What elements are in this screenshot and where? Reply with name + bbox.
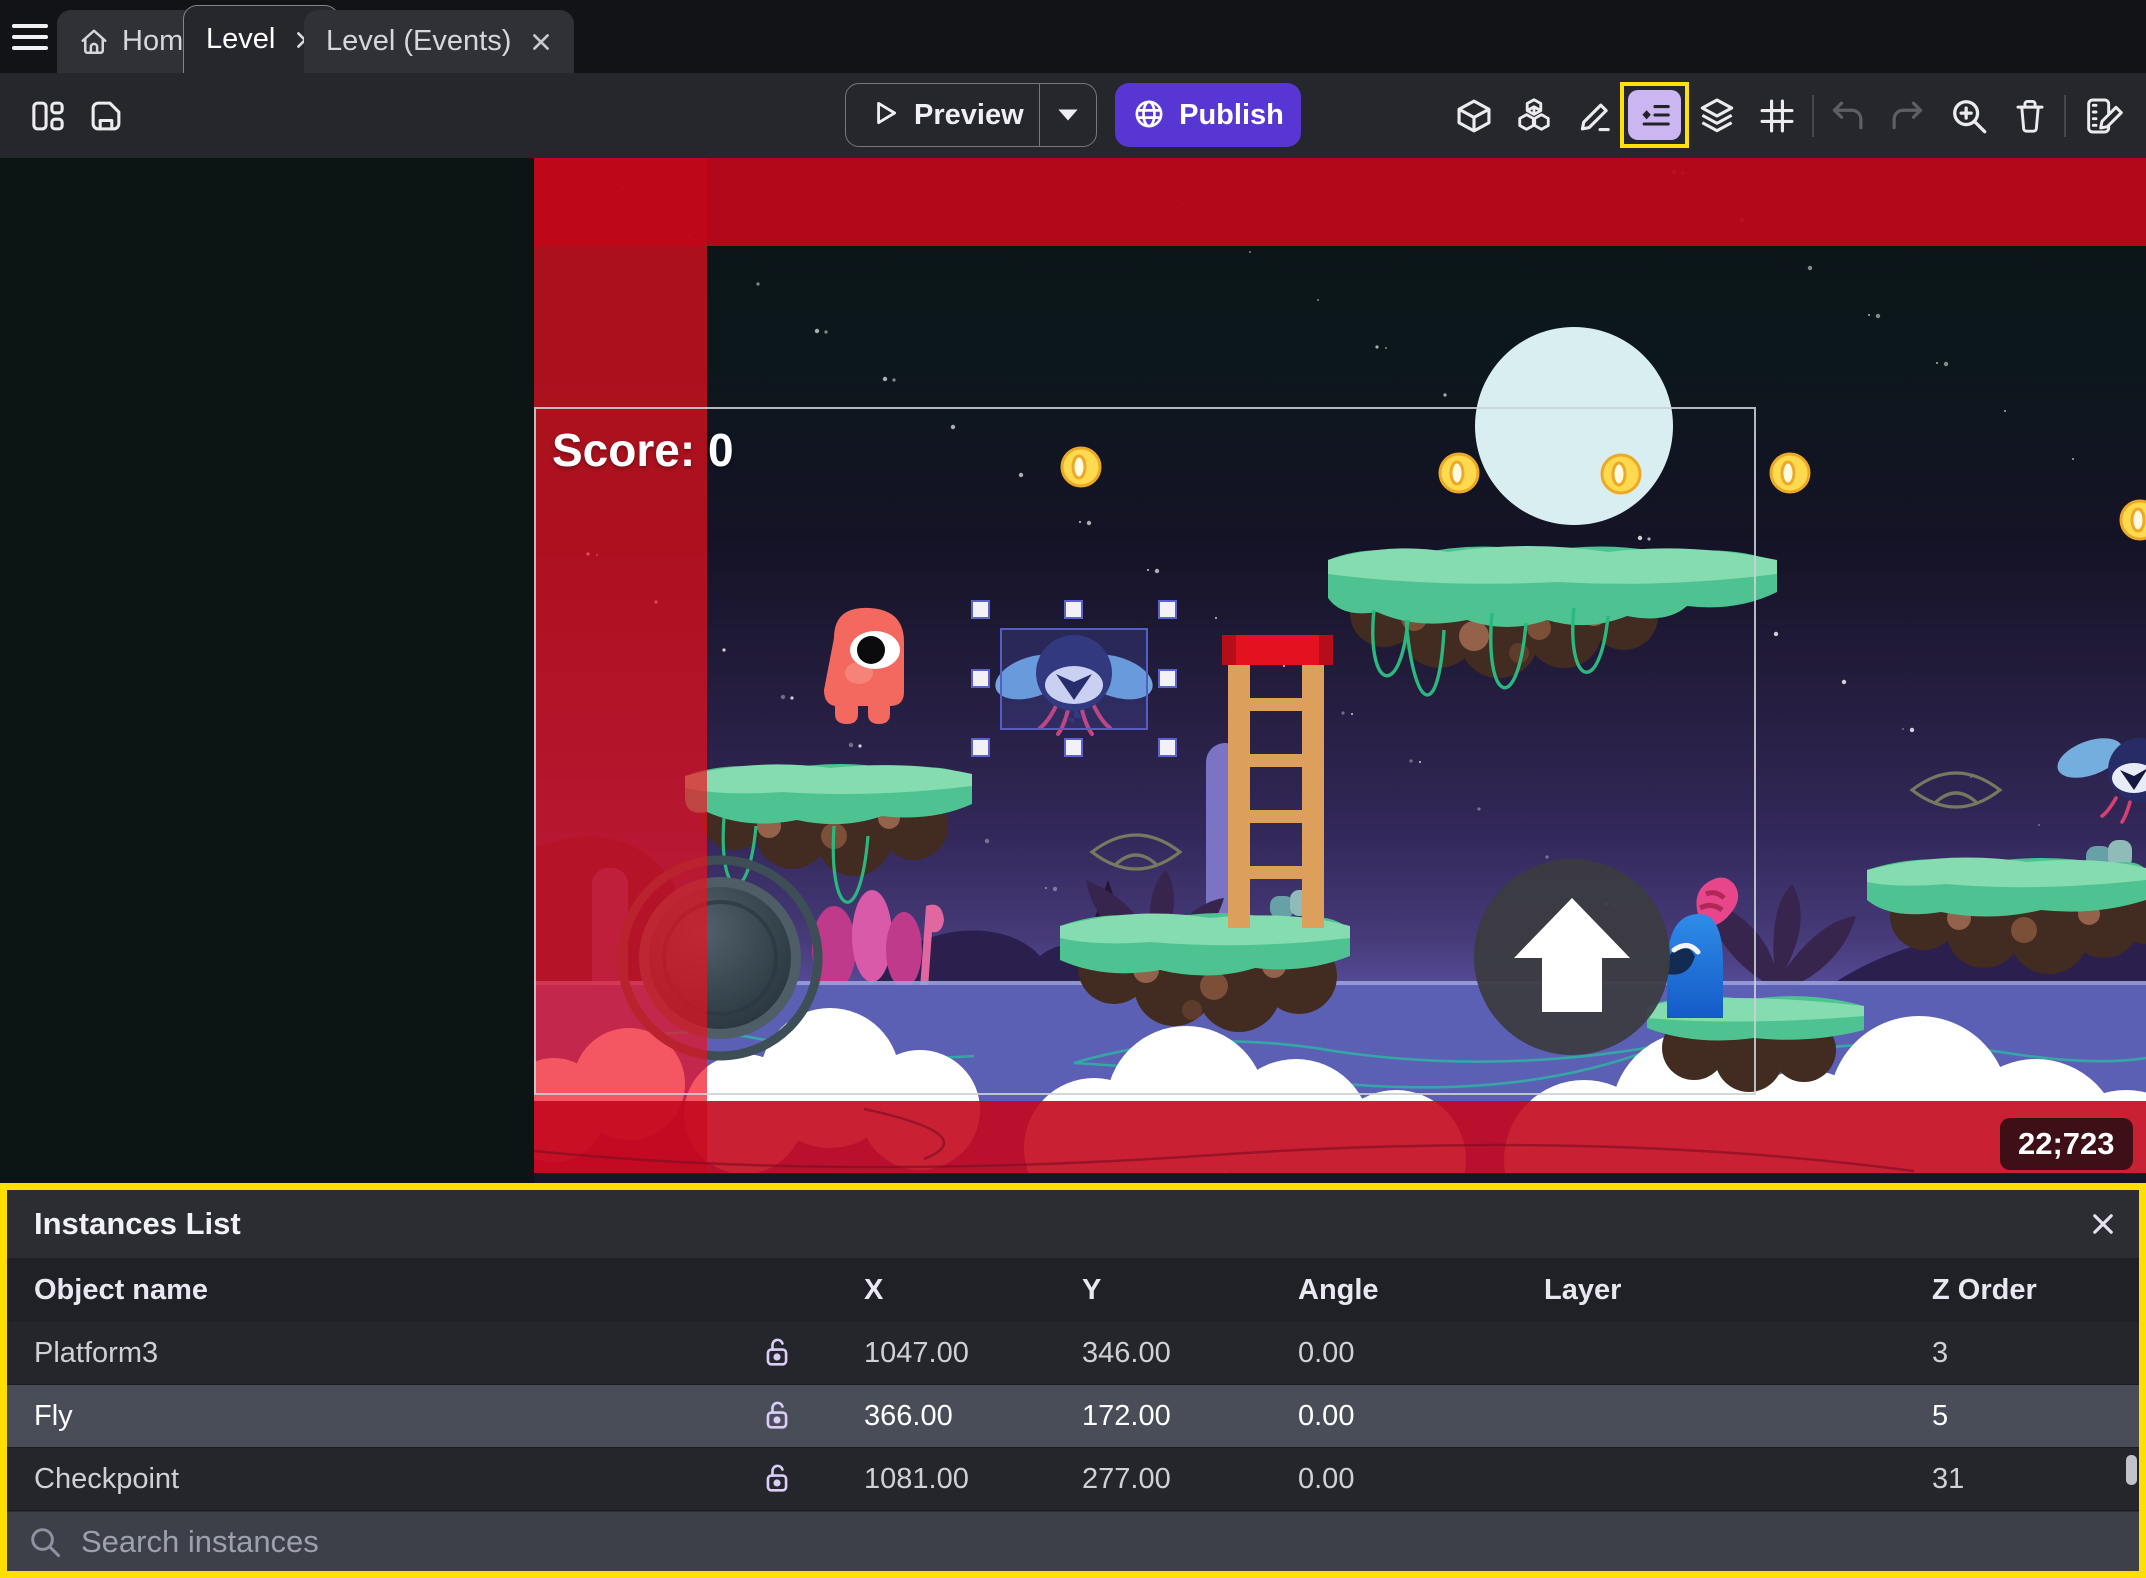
column-header-object-name[interactable]: Object name	[7, 1274, 744, 1307]
edit-scene-events-icon[interactable]	[2080, 73, 2132, 158]
chevron-down-icon	[1058, 109, 1078, 121]
home-icon	[79, 27, 109, 57]
search-icon	[31, 1527, 61, 1557]
joystick-control-object[interactable]	[617, 855, 823, 1061]
save-icon[interactable]	[84, 73, 128, 158]
instance-x[interactable]: 1081.00	[852, 1463, 1070, 1496]
selection-rect[interactable]	[1000, 628, 1148, 730]
coin-object	[1438, 452, 1480, 494]
instance-z-order[interactable]: 3	[1920, 1337, 2139, 1370]
instances-search-bar	[7, 1512, 2139, 1571]
coin-object	[1600, 453, 1642, 495]
bat-enemy-object[interactable]	[2052, 730, 2146, 824]
preview-label: Preview	[914, 98, 1024, 131]
selection-handle[interactable]	[1064, 600, 1083, 619]
score-hud-text: Score: 0	[552, 424, 734, 476]
column-header-x[interactable]: X	[852, 1274, 1070, 1307]
coin-object	[2119, 499, 2146, 541]
selection-handle[interactable]	[971, 600, 990, 619]
globe-icon	[1132, 97, 1166, 134]
unlock-icon[interactable]	[744, 1462, 852, 1496]
panel-scrollbar-thumb[interactable]	[2126, 1455, 2137, 1485]
trash-icon[interactable]	[2008, 73, 2052, 158]
tab-bar: Home Level Level (Events)	[0, 0, 2146, 73]
scene-artwork	[534, 169, 2146, 1183]
play-icon	[870, 98, 900, 133]
selection-handle[interactable]	[1158, 669, 1177, 688]
instances-table-header: Object name X Y Angle Layer Z Order	[7, 1258, 2139, 1322]
platform-object[interactable]	[1328, 546, 1777, 697]
toolbar-divider	[2064, 95, 2066, 137]
instance-row-fly-selected[interactable]: Fly 366.00 172.00 0.00 5	[7, 1385, 2139, 1448]
layers-icon[interactable]	[1694, 73, 1740, 158]
publish-label: Publish	[1179, 98, 1284, 131]
undo-icon[interactable]	[1826, 73, 1870, 158]
column-header-angle[interactable]: Angle	[1286, 1274, 1532, 1307]
zoom-in-icon[interactable]	[1946, 73, 1992, 158]
redo-icon[interactable]	[1885, 73, 1929, 158]
instance-y[interactable]: 346.00	[1070, 1337, 1286, 1370]
gdevelop-editor-window: Home Level Level (Events) Preview Publis…	[0, 0, 2146, 1578]
instance-z-order[interactable]: 31	[1920, 1463, 2139, 1496]
instance-x[interactable]: 1047.00	[852, 1337, 1070, 1370]
objects-cube-icon[interactable]	[1452, 73, 1496, 158]
instance-name: Fly	[34, 1399, 73, 1432]
instance-row-platform3[interactable]: Platform3 1047.00 346.00 0.00 3	[7, 1322, 2139, 1385]
cursor-coordinates-badge: 22;723	[2000, 1118, 2133, 1170]
scene-editor-canvas[interactable]: Score: 0 22;723	[0, 158, 2146, 1183]
instance-z-order[interactable]: 5	[1920, 1400, 2139, 1433]
instance-y[interactable]: 172.00	[1070, 1400, 1286, 1433]
instance-y[interactable]: 277.00	[1070, 1463, 1286, 1496]
ladder-object[interactable]	[1222, 635, 1333, 928]
panel-close-button[interactable]	[2085, 1206, 2121, 1242]
selection-handle[interactable]	[971, 669, 990, 688]
selection-handle[interactable]	[1064, 738, 1083, 757]
selection-handle[interactable]	[1158, 738, 1177, 757]
column-header-y[interactable]: Y	[1070, 1274, 1286, 1307]
instances-list-panel: Instances List Object name X Y Angle Lay…	[0, 1183, 2146, 1578]
preview-dropdown-button[interactable]	[1039, 84, 1096, 146]
column-header-layer[interactable]: Layer	[1532, 1274, 1920, 1307]
instance-angle[interactable]: 0.00	[1286, 1463, 1532, 1496]
home-layout-icon[interactable]	[26, 73, 70, 158]
panel-title-row: Instances List	[7, 1190, 2139, 1258]
object-groups-icon[interactable]	[1510, 73, 1558, 158]
instance-name: Platform3	[34, 1336, 159, 1369]
instance-angle[interactable]: 0.00	[1286, 1400, 1532, 1433]
coin-object	[1769, 452, 1811, 494]
column-header-z-order[interactable]: Z Order	[1920, 1274, 2139, 1307]
tab-level-label: Level	[206, 23, 276, 55]
edit-pencil-icon[interactable]	[1574, 73, 1618, 158]
canvas-bottom-strip	[534, 1173, 2146, 1183]
instance-row-checkpoint[interactable]: Checkpoint 1081.00 277.00 0.00 31	[7, 1448, 2139, 1511]
instance-angle[interactable]: 0.00	[1286, 1337, 1532, 1370]
tab-level-events-label: Level (Events)	[326, 25, 512, 57]
publish-button[interactable]: Publish	[1115, 83, 1301, 147]
instances-list-icon	[1641, 105, 1670, 126]
menu-icon[interactable]	[12, 20, 50, 54]
instance-name: Checkpoint	[34, 1462, 180, 1495]
instances-list-button[interactable]	[1628, 90, 1681, 140]
search-instances-input[interactable]	[81, 1523, 2139, 1560]
scene-viewport[interactable]: Score: 0 22;723	[534, 158, 2146, 1183]
grid-icon[interactable]	[1755, 73, 1799, 158]
preview-button[interactable]: Preview	[845, 83, 1097, 147]
toolbar-divider	[1812, 95, 1814, 137]
preview-button-main[interactable]: Preview	[846, 84, 1039, 146]
coin-object	[1060, 446, 1102, 488]
instance-x[interactable]: 366.00	[852, 1400, 1070, 1433]
tab-level-events[interactable]: Level (Events)	[304, 10, 575, 73]
selection-handle[interactable]	[1158, 600, 1177, 619]
close-icon	[2093, 1214, 2113, 1234]
player-character-object[interactable]	[824, 607, 904, 724]
toolbar: Preview Publish	[0, 73, 2146, 158]
jump-button-object[interactable]	[1474, 859, 1670, 1055]
unlock-icon[interactable]	[744, 1336, 852, 1370]
selection-handle[interactable]	[971, 738, 990, 757]
moon-object[interactable]	[1475, 327, 1673, 525]
unlock-icon[interactable]	[744, 1399, 852, 1433]
tab-level-events-close-icon[interactable]	[530, 31, 552, 53]
panel-title: Instances List	[34, 1206, 241, 1241]
